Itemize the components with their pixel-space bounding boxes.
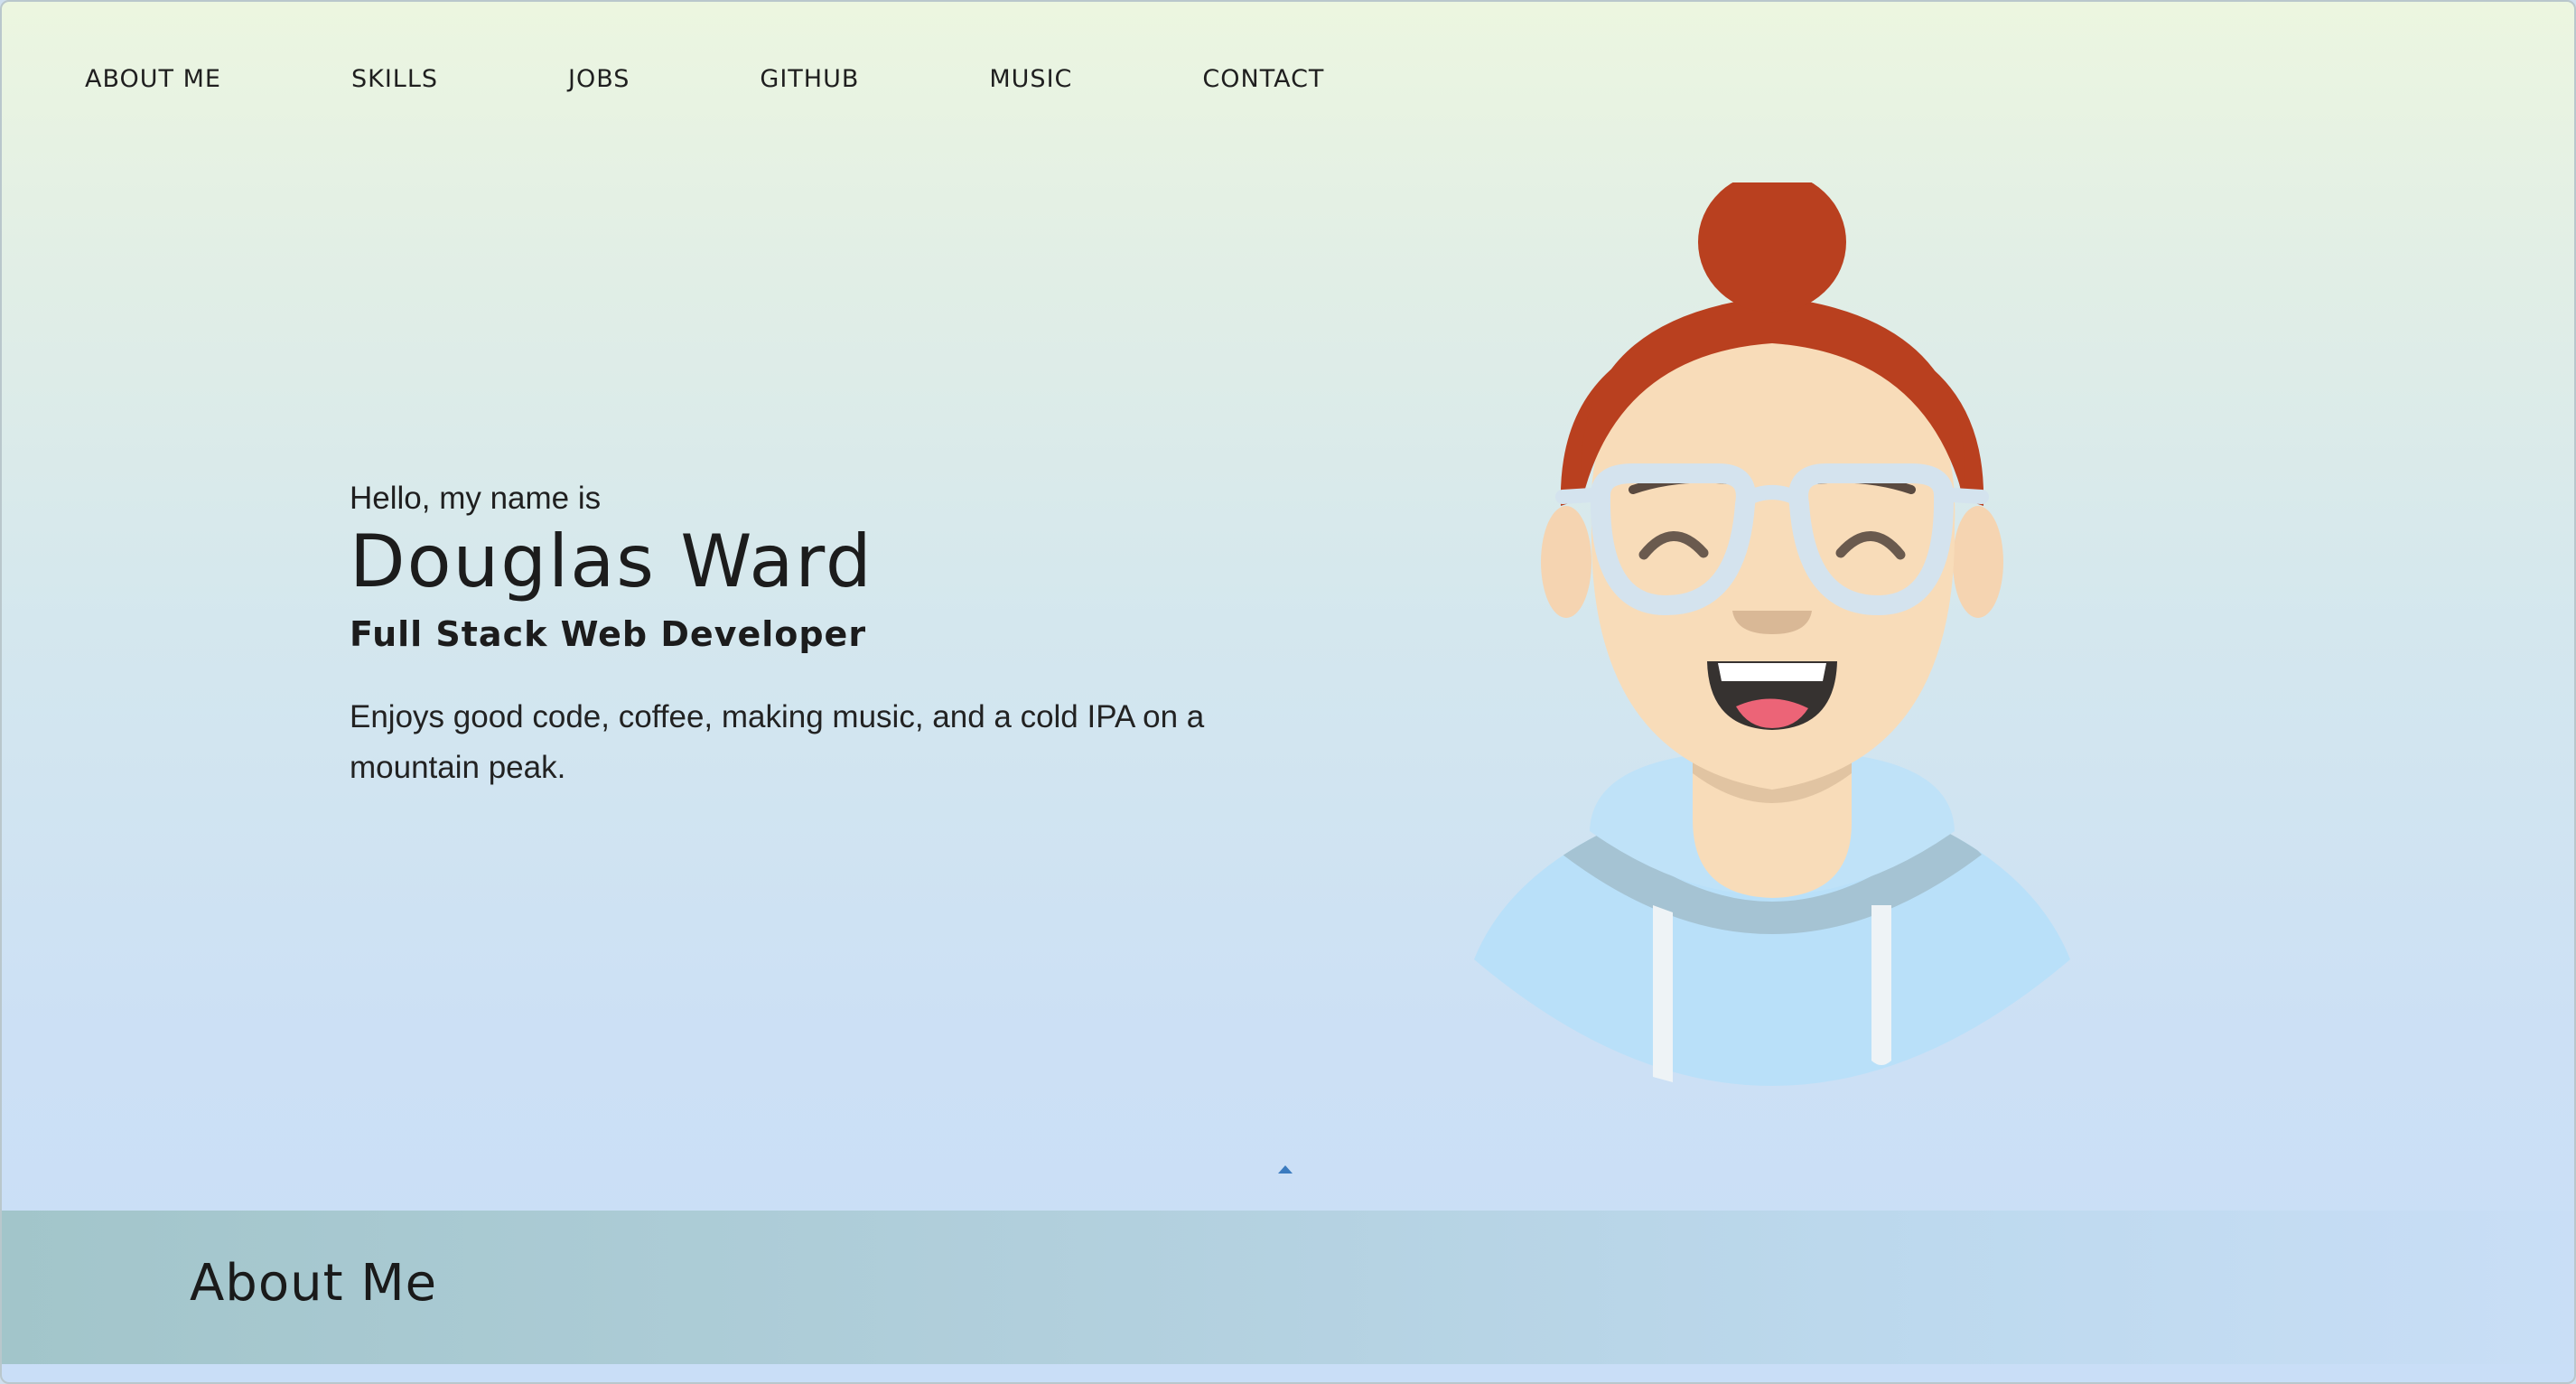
hero-greeting: Hello, my name is [350, 481, 602, 516]
nav-link-skills[interactable]: SKILLS [351, 65, 438, 93]
avatar-ear-left [1541, 506, 1591, 618]
avatar-ear-right [1953, 506, 2003, 618]
avatar-teeth [1718, 663, 1826, 681]
nav-link-contact[interactable]: CONTACT [1202, 65, 1324, 93]
glasses-arm-right [1946, 488, 1989, 504]
glasses-bridge [1740, 485, 1805, 508]
hero-role: Full Stack Web Developer [350, 614, 867, 654]
hero-bio: Enjoys good code, coffee, making music, … [350, 699, 1205, 785]
top-nav: ABOUT ME SKILLS JOBS GITHUB MUSIC CONTAC… [85, 65, 1324, 93]
hoodie-string-right [1871, 905, 1891, 1065]
page-frame: ABOUT ME SKILLS JOBS GITHUB MUSIC CONTAC… [0, 0, 2576, 1384]
hoodie-string-left [1653, 905, 1673, 1082]
about-title: About Me [190, 1254, 438, 1313]
nav-link-github[interactable]: GITHUB [760, 65, 859, 93]
glasses-arm-left [1555, 488, 1599, 504]
about-section-header: About Me [2, 1211, 2574, 1364]
nav-link-about-me[interactable]: ABOUT ME [85, 65, 221, 93]
caret-up-icon[interactable] [1277, 1164, 1293, 1174]
avatar-hair-bun [1698, 182, 1846, 313]
developer-avatar-icon [1474, 182, 2070, 1086]
hero-name: Douglas Ward [350, 519, 873, 603]
nav-link-jobs[interactable]: JOBS [568, 65, 630, 93]
hero-intro: Hello, my name is Douglas Ward Full Stac… [350, 481, 1253, 793]
nav-link-music[interactable]: MUSIC [989, 65, 1072, 93]
